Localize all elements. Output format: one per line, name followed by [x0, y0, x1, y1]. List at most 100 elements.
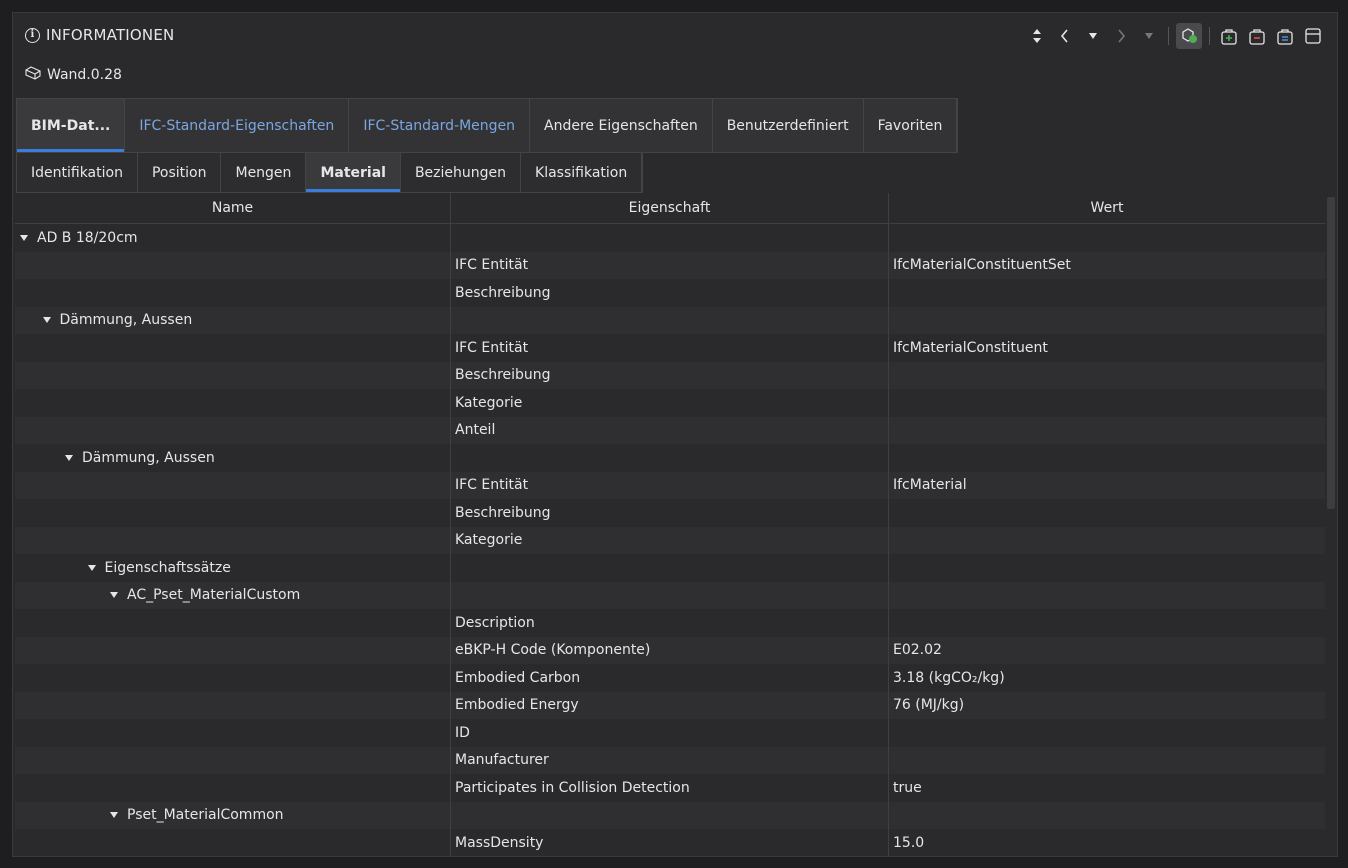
cell-value [889, 307, 1325, 335]
tree-node-label: Pset_MaterialCommon [127, 807, 284, 824]
tab-bim-daten[interactable]: BIM-Dat... [17, 99, 126, 152]
tab-ifc-standard-mengen[interactable]: IFC-Standard-Mengen [349, 99, 531, 152]
tab-material[interactable]: Material [306, 153, 401, 192]
selected-element: Wand.0.28 [25, 65, 122, 85]
panel-titlebar: i INFORMATIONEN [13, 13, 1337, 57]
favorite-remove-icon[interactable] [1245, 24, 1269, 48]
cell-property: IFC Entität [451, 334, 889, 362]
tab-position[interactable]: Position [138, 153, 222, 192]
table-row[interactable]: Pset_MaterialCommon [15, 801, 1325, 830]
panel-layout-icon[interactable] [1301, 24, 1325, 48]
property-table: Name Eigenschaft Wert AD B 18/20cm IFC En… [15, 193, 1325, 856]
table-row[interactable]: Kategorie [15, 389, 1325, 417]
cell-value: 76 (MJ/kg) [893, 697, 965, 714]
table-row[interactable]: Beschreibung [15, 499, 1325, 527]
cell-value [889, 444, 1325, 472]
cell-value [889, 747, 1325, 775]
table-row[interactable]: Manufacturer [15, 746, 1325, 775]
table-row[interactable]: Beschreibung [15, 279, 1325, 307]
table-row[interactable]: AC_Pset_MaterialCustom [15, 581, 1325, 609]
table-row[interactable]: MassDensity 15.0 [15, 829, 1325, 856]
cell-name: AC_Pset_MaterialCustom [15, 581, 451, 609]
cell-value [889, 802, 1325, 830]
cell-name [15, 636, 451, 664]
cell-value [889, 417, 1325, 445]
selection-filter-icon[interactable] [1176, 23, 1202, 49]
expand-triangle-icon[interactable] [42, 317, 51, 324]
table-row[interactable]: Dämmung, Aussen [15, 444, 1325, 472]
table-row[interactable]: Participates in Collision Detection true [15, 774, 1325, 802]
scrollbar-thumb[interactable] [1327, 197, 1335, 509]
cell-value [889, 362, 1325, 390]
element-name: Wand.0.28 [47, 67, 122, 83]
table-row[interactable]: IFC Entität IfcMaterialConstituent [15, 334, 1325, 362]
cell-name [15, 389, 451, 417]
cell-name [15, 609, 451, 637]
column-header-eigenschaft[interactable]: Eigenschaft [451, 193, 889, 223]
cell-property: MassDensity [451, 829, 889, 856]
tab-benutzerdefiniert[interactable]: Benutzerdefiniert [713, 99, 864, 152]
table-row[interactable]: eBKP-H Code (Komponente) E02.02 [15, 636, 1325, 664]
favorite-add-icon[interactable] [1217, 24, 1241, 48]
cell-property: Beschreibung [451, 279, 889, 307]
tab-favoriten[interactable]: Favoriten [864, 99, 958, 152]
expand-triangle-icon[interactable] [87, 564, 96, 571]
wall-icon [25, 66, 41, 84]
expand-triangle-icon[interactable] [20, 234, 28, 241]
cell-property [451, 306, 889, 334]
back-icon[interactable] [1053, 24, 1077, 48]
cell-value [889, 609, 1325, 637]
cell-name [15, 416, 451, 444]
cell-property: Beschreibung [451, 499, 889, 527]
history-dropdown-icon[interactable] [1081, 24, 1105, 48]
tab-identifikation[interactable]: Identifikation [17, 153, 138, 192]
favorite-manage-icon[interactable] [1273, 24, 1297, 48]
table-row[interactable]: IFC Entität IfcMaterialConstituentSet [15, 251, 1325, 279]
cell-value: 15.0 [893, 834, 925, 851]
expand-triangle-icon[interactable] [110, 592, 118, 599]
tab-ifc-standard-eigenschaften[interactable]: IFC-Standard-Eigenschaften [125, 99, 350, 152]
cell-name: Dämmung, Aussen [15, 444, 451, 472]
cell-name [15, 719, 451, 747]
table-row[interactable]: Beschreibung [15, 361, 1325, 390]
cell-property [451, 224, 889, 252]
tab-andere-eigenschaften[interactable]: Andere Eigenschaften [530, 99, 713, 152]
expand-triangle-icon[interactable] [65, 454, 73, 461]
table-row[interactable]: Anteil [15, 416, 1325, 445]
forward-icon[interactable] [1109, 24, 1133, 48]
cell-property [451, 554, 889, 582]
cell-property: IFC Entität [451, 251, 889, 279]
table-row[interactable]: Embodied Energy 76 (MJ/kg) [15, 691, 1325, 719]
cell-value [889, 527, 1325, 555]
cell-property: Kategorie [451, 526, 889, 554]
table-row[interactable]: Embodied Carbon 3.18 (kgCO₂/kg) [15, 664, 1325, 692]
vertical-scrollbar[interactable] [1325, 193, 1337, 856]
expand-triangle-icon[interactable] [110, 812, 118, 819]
tab-mengen[interactable]: Mengen [221, 153, 307, 192]
toolbar-separator [1168, 27, 1169, 45]
secondary-tabs: Identifikation Position Mengen Material … [16, 152, 644, 193]
cell-name: AD B 18/20cm [15, 224, 451, 252]
tree-node-label: Dämmung, Aussen [82, 449, 215, 466]
cell-property: Manufacturer [451, 746, 889, 774]
cell-value [889, 554, 1325, 582]
table-row[interactable]: Eigenschaftssätze [15, 554, 1325, 582]
column-header-name[interactable]: Name [15, 193, 451, 223]
tab-beziehungen[interactable]: Beziehungen [401, 153, 522, 192]
table-header: Name Eigenschaft Wert [15, 193, 1325, 224]
table-row[interactable]: Kategorie [15, 526, 1325, 555]
cell-name [15, 334, 451, 362]
forward-dropdown-icon[interactable] [1137, 24, 1161, 48]
table-row[interactable]: Description [15, 609, 1325, 637]
table-row[interactable]: IFC Entität IfcMaterial [15, 471, 1325, 499]
cell-property: Embodied Carbon [451, 664, 889, 692]
tree-node-label: AD B 18/20cm [37, 229, 138, 246]
column-header-wert[interactable]: Wert [889, 193, 1325, 223]
tab-klassifikation[interactable]: Klassifikation [521, 153, 643, 192]
sort-icon[interactable] [1025, 24, 1049, 48]
table-row[interactable]: AD B 18/20cm [15, 224, 1325, 252]
cell-property [451, 801, 889, 829]
table-row[interactable]: ID [15, 719, 1325, 747]
table-row[interactable]: Dämmung, Aussen [15, 306, 1325, 335]
panel-toolbar [1025, 23, 1325, 49]
